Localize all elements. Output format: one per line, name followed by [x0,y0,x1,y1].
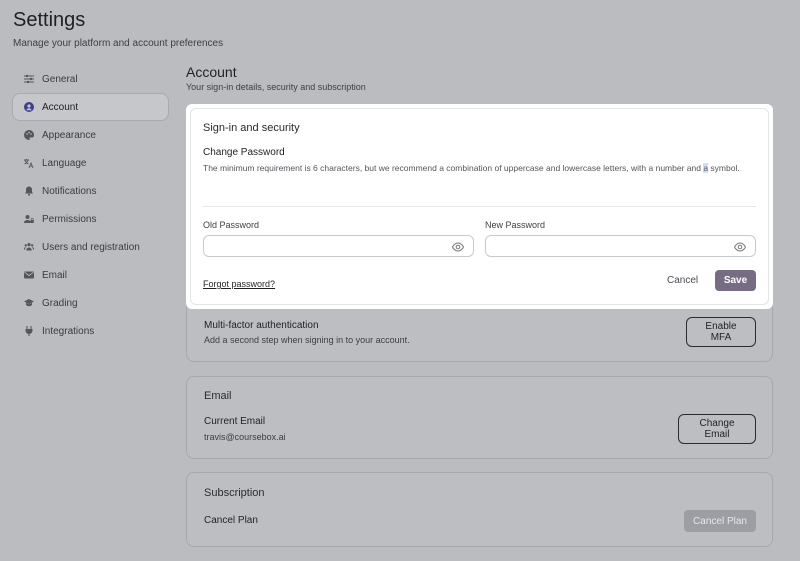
password-requirements-text: The minimum requirement is 6 characters,… [203,162,743,174]
mfa-card: Multi-factor authentication Add a second… [186,300,773,362]
sidebar-item-appearance[interactable]: Appearance [12,121,169,149]
forgot-password-link[interactable]: Forgot password? [203,279,275,289]
eye-icon[interactable] [733,240,747,252]
sidebar-item-label: Appearance [42,129,96,141]
sidebar-item-label: General [42,73,78,85]
sidebar-item-label: Integrations [42,325,95,337]
section-title: Account [186,64,237,80]
enable-mfa-button[interactable]: Enable MFA [686,317,756,347]
section-description: Your sign-in details, security and subsc… [186,82,366,92]
users-icon [23,241,35,253]
sidebar-item-language[interactable]: Language [12,149,169,177]
sidebar-item-users-and-registration[interactable]: Users and registration [12,233,169,261]
sign-in-security-card: Sign-in and security Change Password The… [186,104,773,309]
help-text-part: The minimum requirement is 6 characters,… [203,163,704,173]
page-subtitle: Manage your platform and account prefere… [13,38,224,49]
sign-in-security-title: Sign-in and security [203,122,300,134]
cancel-plan-label: Cancel Plan [204,515,258,526]
plug-icon [23,325,35,337]
user-circle-icon [23,101,35,113]
sidebar-item-label: Permissions [42,213,97,225]
mfa-description: Add a second step when signing in to you… [204,335,410,345]
new-password-input[interactable] [485,235,756,257]
sidebar-item-label: Email [42,269,68,281]
sidebar-item-label: Notifications [42,185,97,197]
sidebar-item-permissions[interactable]: Permissions [12,205,169,233]
translate-icon [23,157,35,169]
current-email-label: Current Email [204,416,266,427]
email-card: Email Current Email travis@coursebox.ai … [186,376,773,459]
sidebar-item-label: Language [42,157,87,169]
save-button[interactable]: Save [715,270,756,291]
eye-icon[interactable] [451,240,465,252]
sidebar-item-label: Account [42,101,79,113]
sliders-icon [23,73,35,85]
bell-icon [23,185,35,197]
sidebar-item-label: Users and registration [42,241,140,253]
change-password-label: Change Password [203,147,285,158]
sidebar-item-grading[interactable]: Grading [12,289,169,317]
new-password-label: New Password [485,220,546,230]
sidebar-item-integrations[interactable]: Integrations [12,317,169,345]
change-email-button[interactable]: Change Email [678,414,756,444]
subscription-card: Subscription Cancel Plan Cancel Plan [186,472,773,547]
divider [203,206,756,207]
cancel-plan-button[interactable]: Cancel Plan [684,510,756,532]
account-header: Account Your sign-in details, security a… [186,64,773,92]
mail-icon [23,269,35,281]
mfa-title: Multi-factor authentication [204,320,319,331]
current-email-value: travis@coursebox.ai [204,432,286,442]
cancel-button[interactable]: Cancel [667,275,698,286]
user-lock-icon [23,213,35,225]
old-password-label: Old Password [203,220,260,230]
sidebar-item-label: Grading [42,297,78,309]
graduation-cap-icon [23,297,35,309]
sidebar-item-account[interactable]: Account [12,93,169,121]
settings-sidebar: General Account Appearance Language Noti… [12,65,169,345]
palette-icon [23,129,35,141]
help-text-part: symbol. [708,163,740,173]
sidebar-item-notifications[interactable]: Notifications [12,177,169,205]
sidebar-item-general[interactable]: General [12,65,169,93]
page-title: Settings [13,9,86,31]
subscription-title: Subscription [204,487,265,499]
sidebar-item-email[interactable]: Email [12,261,169,289]
email-section-title: Email [204,390,232,402]
old-password-input[interactable] [203,235,474,257]
